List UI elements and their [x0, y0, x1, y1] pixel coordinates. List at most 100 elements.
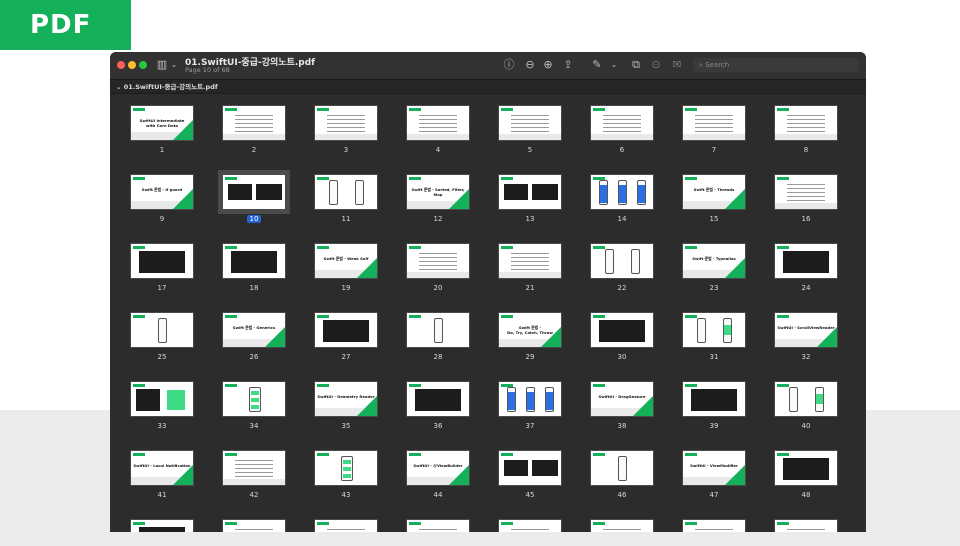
page-thumbnail[interactable] — [222, 450, 286, 486]
slide-code-block — [599, 320, 645, 342]
page-thumbnail[interactable] — [774, 243, 838, 279]
page-thumbnail[interactable]: SwiftUI - @ViewBuilder — [406, 450, 470, 486]
page-thumbnail[interactable] — [590, 174, 654, 210]
close-window-button[interactable] — [117, 61, 125, 69]
page-thumbnail[interactable] — [774, 450, 838, 486]
zoom-in-icon[interactable]: ⊕ — [542, 58, 554, 72]
slide-text-lines — [235, 115, 273, 133]
page-thumbnail[interactable]: Swift 문법 - Generics — [222, 312, 286, 348]
page-thumbnail[interactable] — [774, 381, 838, 417]
markup-menu-chevron-icon[interactable]: ⌄ — [610, 58, 618, 72]
page-thumbnail[interactable]: Swift 문법 - Weak Self — [314, 243, 378, 279]
page-thumbnail[interactable] — [774, 174, 838, 210]
rotate-icon[interactable]: ⧉ — [630, 58, 642, 72]
page-thumbnail[interactable]: Swift 문법 - Sorted, Filter, Map — [406, 174, 470, 210]
page-thumbnail[interactable]: Swift 문법 - Typealias — [682, 243, 746, 279]
page-thumbnail[interactable] — [314, 312, 378, 348]
slide-green-block — [343, 467, 351, 471]
page-thumbnail[interactable]: Swift 문법 - Threads — [682, 174, 746, 210]
page-thumbnail[interactable] — [498, 174, 562, 210]
zoom-window-button[interactable] — [139, 61, 147, 69]
page-number: 40 — [801, 422, 811, 430]
slide-tag — [501, 522, 513, 525]
page-thumbnail[interactable] — [218, 170, 290, 214]
thumbnail-grid: SwiftUI Intermediate with Core Data 1 2 3 4 5… — [110, 95, 866, 532]
page-thumbnail[interactable] — [130, 519, 194, 532]
share-icon[interactable]: ⇪ — [562, 58, 574, 72]
page-thumbnail[interactable] — [314, 519, 378, 532]
slide-code-block — [504, 460, 528, 476]
zoom-out-icon[interactable]: ⊖ — [524, 58, 536, 72]
minimize-window-button[interactable] — [128, 61, 136, 69]
slide-blue-block — [619, 185, 626, 203]
page-thumbnail[interactable] — [222, 243, 286, 279]
slide-phone-mockup — [618, 456, 627, 481]
page-thumbnail[interactable] — [406, 105, 470, 141]
page-thumbnail[interactable] — [682, 312, 746, 348]
page-thumbnail[interactable] — [682, 519, 746, 532]
page-thumbnail[interactable] — [314, 105, 378, 141]
page-thumbnail[interactable] — [590, 450, 654, 486]
chevron-down-icon[interactable]: ⌄ — [170, 58, 178, 72]
page-thumbnail[interactable] — [406, 519, 470, 532]
page-thumbnail[interactable]: SwiftUI - Local Notification — [130, 450, 194, 486]
markup-pen-icon[interactable]: ✎ — [591, 58, 603, 72]
form-icon[interactable]: ✉ — [670, 58, 684, 72]
page-thumbnail[interactable] — [130, 243, 194, 279]
page-thumbnail[interactable]: SwiftUI Intermediate with Core Data — [130, 105, 194, 141]
page-number-label: 48 — [774, 491, 838, 499]
page-thumbnail[interactable]: Swift 문법 - if guard — [130, 174, 194, 210]
sidebar-icon[interactable]: ▥ — [156, 58, 168, 72]
page-thumbnail[interactable] — [498, 450, 562, 486]
slide-title: SwiftUI - DragGesture — [598, 394, 646, 399]
page-thumbnail[interactable] — [498, 105, 562, 141]
page-number-label: 21 — [498, 284, 562, 292]
page-number: 29 — [525, 353, 535, 361]
slide-code-block — [228, 184, 252, 200]
slide-tag — [593, 522, 605, 525]
page-thumbnail[interactable]: SwiftUI - DragGesture — [590, 381, 654, 417]
page-thumbnail[interactable]: SwiftUI - ViewModifier — [682, 450, 746, 486]
page-thumbnail[interactable]: SwiftUI - Geometry Reader — [314, 381, 378, 417]
page-thumbnail[interactable] — [590, 243, 654, 279]
page-thumbnail[interactable] — [130, 312, 194, 348]
annotate-icon[interactable]: ⊙ — [650, 58, 662, 72]
page-thumbnail[interactable] — [774, 519, 838, 532]
page-thumbnail[interactable] — [682, 105, 746, 141]
page-number-label: 42 — [222, 491, 286, 499]
page-thumbnail[interactable] — [590, 312, 654, 348]
slide-tag — [685, 453, 697, 456]
page-thumbnail[interactable] — [498, 519, 562, 532]
slide-tag — [501, 177, 513, 180]
page-thumbnail[interactable] — [130, 381, 194, 417]
toolbar: ▥ ⌄ 01.SwiftUI-중급-강의노트.pdf Page 10 of 68… — [110, 52, 866, 80]
info-icon[interactable]: ⓘ — [503, 58, 515, 72]
page-thumbnail[interactable] — [222, 519, 286, 532]
page-thumbnail[interactable] — [590, 105, 654, 141]
slide-tag — [133, 315, 145, 318]
page-thumbnail[interactable] — [498, 243, 562, 279]
slide-text-lines — [235, 529, 273, 532]
page-thumbnail[interactable] — [682, 381, 746, 417]
slide-title: SwiftUI - ViewModifier — [690, 463, 738, 468]
page-thumbnail[interactable]: Swift 문법 - Do, Try, Catch, Throw — [498, 312, 562, 348]
slide-tag — [317, 522, 329, 525]
slide-phone-mockup — [789, 387, 798, 412]
page-thumbnail[interactable] — [406, 243, 470, 279]
slide-tag — [317, 453, 329, 456]
page-thumbnail[interactable] — [222, 105, 286, 141]
page-thumbnail[interactable] — [314, 450, 378, 486]
page-number: 38 — [617, 422, 627, 430]
page-number: 14 — [617, 215, 627, 223]
page-thumbnail[interactable] — [498, 381, 562, 417]
search-field[interactable]: ⌕ Search — [693, 58, 858, 72]
page-thumbnail[interactable] — [774, 105, 838, 141]
page-thumbnail[interactable] — [314, 174, 378, 210]
thumbnail-section-header[interactable]: ⌄ 01.SwiftUI-중급-강의노트.pdf — [110, 80, 866, 94]
page-thumbnail[interactable] — [590, 519, 654, 532]
page-thumbnail[interactable] — [222, 381, 286, 417]
slide-green-block — [343, 460, 351, 464]
page-thumbnail[interactable]: SwiftUI - ScrollViewReader — [774, 312, 838, 348]
page-thumbnail[interactable] — [406, 381, 470, 417]
page-thumbnail[interactable] — [406, 312, 470, 348]
